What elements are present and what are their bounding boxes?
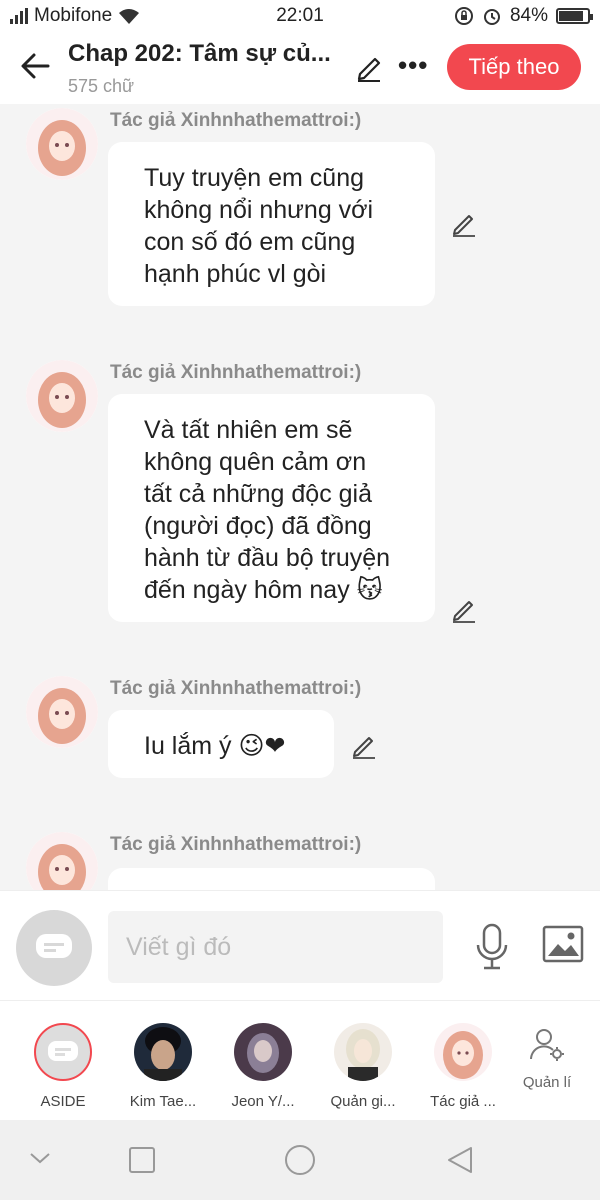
character-item[interactable]: Kim Tae...: [118, 1023, 208, 1110]
next-chapter-button[interactable]: Tiếp theo: [447, 44, 581, 90]
edit-pencil-icon[interactable]: [350, 732, 378, 760]
message-bubble[interactable]: Iu lắm ý 😉❤: [108, 710, 334, 778]
author-avatar[interactable]: [26, 832, 98, 890]
chapter-header: Chap 202: Tâm sự củ... 575 chữ ••• Tiếp …: [0, 32, 600, 104]
manage-button[interactable]: Quản lí: [502, 1027, 592, 1091]
status-bar: Mobifone 22:01 84%: [0, 0, 600, 32]
character-avatar: [234, 1023, 292, 1081]
author-avatar[interactable]: [26, 676, 98, 748]
author-name: Tác giả Xinhnhathemattroi:): [110, 362, 362, 383]
manage-label: Quản lí: [522, 1074, 572, 1091]
author-avatar[interactable]: [26, 360, 98, 432]
recent-apps-square-icon[interactable]: [128, 1146, 156, 1174]
aside-avatar: [34, 1023, 92, 1081]
character-aside[interactable]: ASIDE: [18, 1023, 108, 1110]
author-name: Tác giả Xinhnhathemattroi:): [110, 678, 362, 699]
character-item[interactable]: Jeon Y/...: [218, 1023, 308, 1110]
composer-bar: Viết gì đó: [0, 890, 600, 1000]
author-name: Tác giả Xinhnhathemattroi:): [110, 834, 362, 855]
character-name: Quản gi...: [330, 1093, 396, 1110]
microphone-icon[interactable]: [474, 923, 510, 971]
character-name: ASIDE: [40, 1093, 86, 1110]
word-count: 575 chữ: [68, 76, 135, 96]
back-triangle-icon[interactable]: [446, 1145, 474, 1175]
character-avatar: [334, 1023, 392, 1081]
author-avatar[interactable]: [26, 108, 98, 180]
character-name: Tác giả ...: [430, 1093, 496, 1110]
character-selector: ASIDE Kim Tae... Jeon Y/... Quản gi... T…: [0, 1000, 600, 1120]
aside-toggle-button[interactable]: [16, 910, 92, 986]
character-item[interactable]: Tác giả ...: [418, 1023, 508, 1110]
more-options-button[interactable]: •••: [398, 50, 428, 81]
chat-bubble-icon: [36, 934, 72, 958]
chapter-title: Chap 202: Tâm sự củ...: [68, 40, 331, 67]
character-avatar: [434, 1023, 492, 1081]
character-avatar: [134, 1023, 192, 1081]
character-name: Kim Tae...: [129, 1093, 197, 1110]
character-item[interactable]: Quản gi...: [318, 1023, 408, 1110]
back-arrow-icon[interactable]: [18, 48, 54, 84]
message-text: Tuy truyện em cũng không nổi nhưng với c…: [144, 164, 374, 288]
system-nav-bar: [0, 1120, 600, 1200]
user-settings-icon: [530, 1029, 564, 1061]
message-bubble[interactable]: [108, 868, 435, 890]
message-text: Và tất nhiên em sẽ không quên cảm ơn tất…: [144, 416, 391, 604]
chat-area[interactable]: Tác giả Xinhnhathemattroi:) Tuy truyện e…: [0, 104, 600, 890]
edit-pencil-icon[interactable]: [450, 210, 478, 238]
alarm-icon: [483, 9, 500, 25]
message-bubble[interactable]: Tuy truyện em cũng không nổi nhưng với c…: [108, 142, 435, 306]
edit-pencil-icon[interactable]: [450, 596, 478, 624]
message-bubble[interactable]: Và tất nhiên em sẽ không quên cảm ơn tất…: [108, 394, 435, 622]
chevron-down-icon[interactable]: [28, 1150, 52, 1166]
character-name: Jeon Y/...: [231, 1093, 295, 1110]
rotation-lock-icon: [454, 7, 473, 25]
home-circle-icon[interactable]: [284, 1144, 316, 1176]
author-name: Tác giả Xinhnhathemattroi:): [110, 110, 362, 131]
battery-percent: 84%: [509, 5, 548, 26]
battery-icon: [556, 8, 593, 24]
image-icon[interactable]: [542, 925, 584, 963]
message-text: Iu lắm ý 😉❤: [144, 732, 286, 760]
message-input[interactable]: Viết gì đó: [108, 911, 443, 983]
status-right: 84%: [454, 5, 593, 27]
edit-title-pencil-icon[interactable]: [354, 52, 384, 82]
